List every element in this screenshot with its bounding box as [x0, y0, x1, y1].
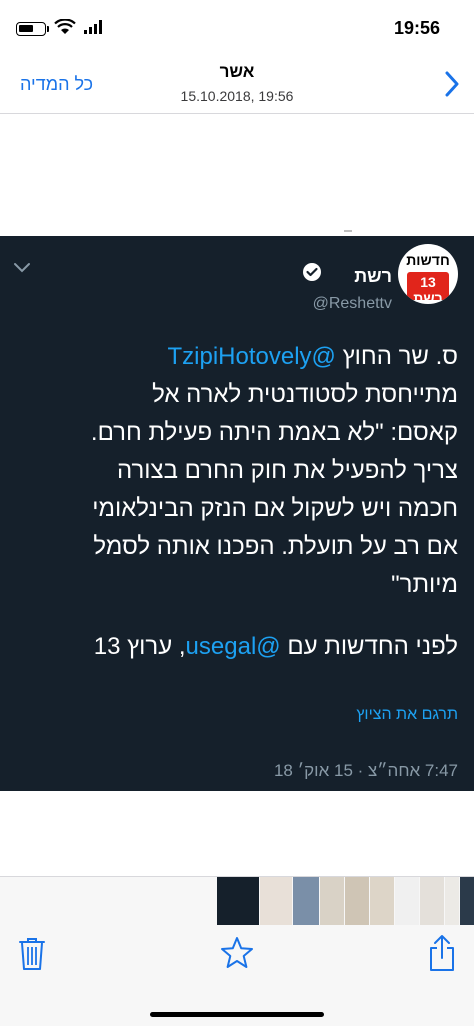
star-icon[interactable]	[220, 936, 254, 970]
tweet-line: ס. שר החוץ @TzipiHotovely	[167, 343, 458, 370]
thumbnail[interactable]	[395, 877, 419, 925]
mention-link[interactable]: @TzipiHotovely	[167, 343, 335, 370]
share-icon[interactable]	[428, 934, 456, 972]
scroll-indicator	[344, 230, 352, 232]
verified-badge-icon	[303, 263, 321, 281]
navigation-bar: אשר 15.10.2018, 19:56 כל המדיה	[0, 52, 474, 114]
translate-tweet-link[interactable]: תרגם את הציוץ	[356, 706, 458, 724]
tweet-line: מתייחסת לסטודנטית לארה אל	[152, 381, 458, 408]
thumbnail[interactable]	[320, 877, 344, 925]
tweet-line: צריך להפעיל את חוק החרם בצורה	[116, 457, 458, 484]
avatar-text: חדשות	[406, 252, 450, 268]
all-media-button[interactable]: כל המדיה	[20, 74, 93, 95]
trash-icon[interactable]	[18, 936, 46, 972]
page-title: אשר	[219, 62, 255, 81]
status-bar: 19:56	[0, 0, 474, 50]
avatar: חדשות 13 רשת	[398, 244, 458, 304]
thumbnail[interactable]	[460, 877, 474, 925]
status-time: 19:56	[393, 18, 440, 38]
wifi-icon	[54, 19, 76, 34]
page-subtitle: 15.10.2018, 19:56	[180, 88, 294, 104]
thumbnail[interactable]	[445, 877, 459, 925]
tweet-line: לפני החדשות עם @usegal, ערוץ 13	[93, 633, 458, 660]
signal-icon	[84, 20, 102, 34]
tweet-timestamp: 7:47 אחה״צ · 15 אוק׳ 18	[273, 761, 458, 780]
mention-link[interactable]: @usegal	[186, 633, 281, 660]
account-handle: @Reshettv	[312, 295, 392, 312]
thumbnail[interactable]	[217, 877, 259, 925]
chevron-right-icon[interactable]	[444, 71, 460, 97]
chevron-down-icon	[14, 263, 30, 273]
tweet-line: אם רב על תועלת. הפכנו אותה לסמל	[93, 533, 458, 560]
tweet-line: קאסם: "לא באמת היתה פעילת חרם.	[90, 419, 458, 446]
thumbnail[interactable]	[293, 877, 319, 925]
tweet-line: מיותר"	[391, 571, 458, 598]
avatar-logo-text: 13 רשת	[413, 274, 443, 304]
thumbnail[interactable]	[345, 877, 369, 925]
thumbnail[interactable]	[370, 877, 394, 925]
thumbnail[interactable]	[260, 877, 292, 925]
home-indicator	[150, 1012, 324, 1017]
battery-icon	[16, 22, 46, 36]
thumbnail[interactable]	[420, 877, 444, 925]
tweet-line: חכמה ויש לשקול אם הנזק הבינלאומי	[92, 495, 458, 522]
account-name: רשת	[354, 266, 392, 286]
